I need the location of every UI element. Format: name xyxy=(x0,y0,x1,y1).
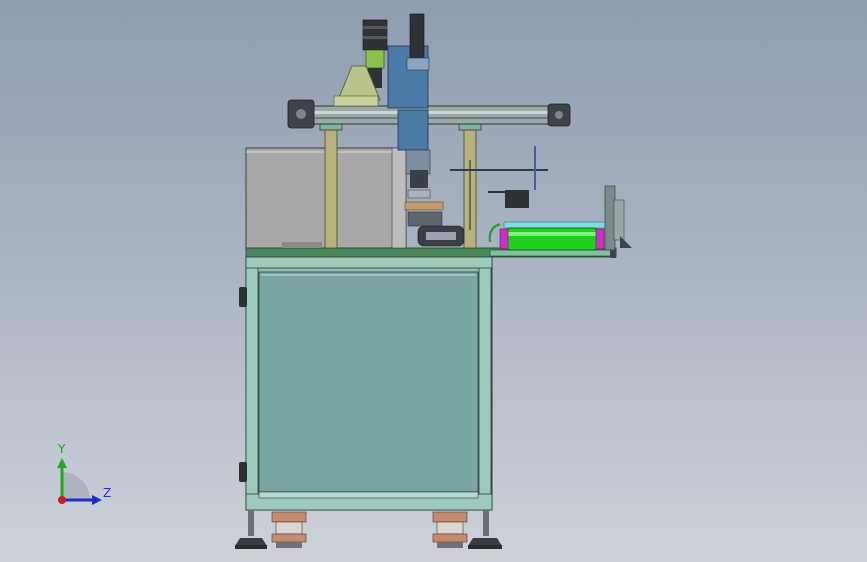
spindle-head xyxy=(405,149,431,199)
base-panel xyxy=(258,271,479,493)
frame-top-rail xyxy=(245,255,493,269)
leveling-foot-right xyxy=(468,510,502,549)
triad-quarter-arc xyxy=(62,472,90,500)
axes-triad xyxy=(57,458,102,505)
tool-assembly xyxy=(404,201,465,247)
z-axis-label: Z xyxy=(103,486,112,500)
end-plate-assembly xyxy=(604,185,632,258)
bottom-strip xyxy=(258,491,479,499)
cad-assembly-view xyxy=(57,13,632,549)
machine-base-frame xyxy=(239,255,493,511)
frame-right-post xyxy=(478,255,492,511)
frame-left-post xyxy=(245,255,259,511)
gantry-beam xyxy=(287,99,571,129)
caster-wheel-left xyxy=(271,511,307,548)
latch-upper xyxy=(239,287,247,307)
leveling-foot-left xyxy=(235,510,267,549)
x-axis-origin xyxy=(58,496,66,504)
latch-lower xyxy=(239,462,247,482)
roller-conveyor xyxy=(488,221,609,251)
y-axis-label: Y xyxy=(58,442,66,456)
caster-wheel-right xyxy=(432,511,468,548)
deck-extension xyxy=(489,249,617,257)
